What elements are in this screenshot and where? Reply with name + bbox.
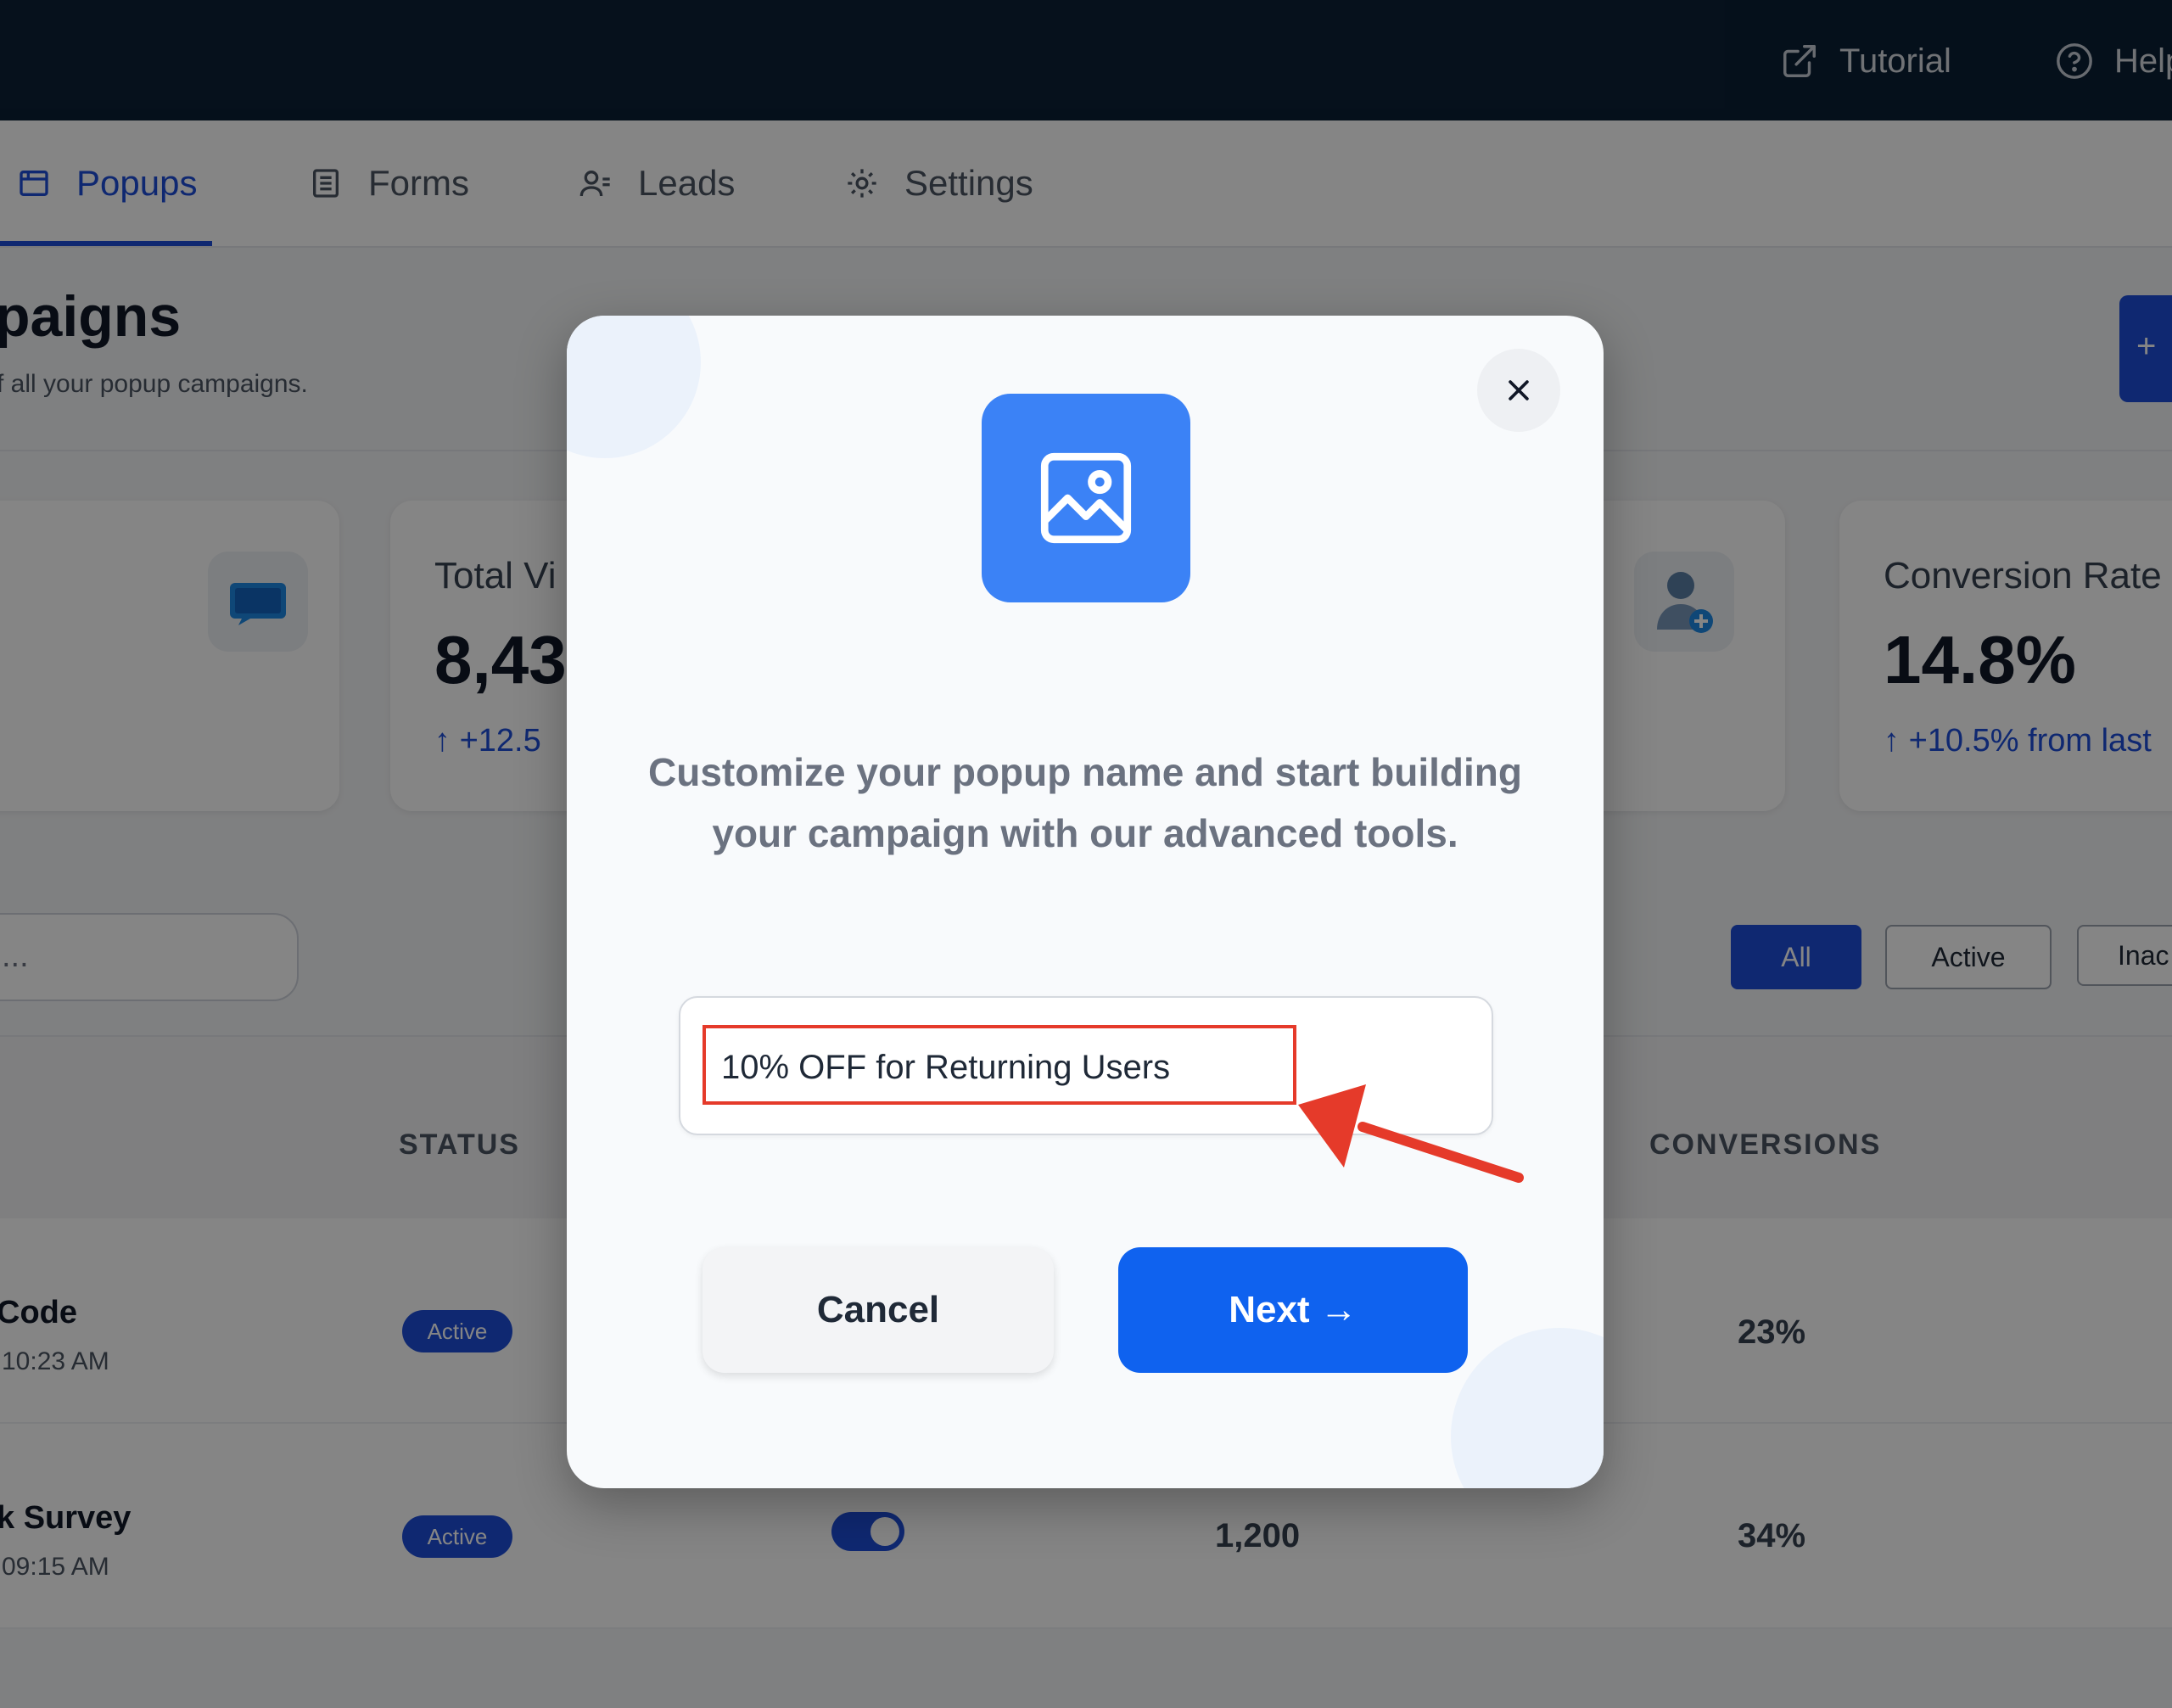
cancel-button[interactable]: Cancel: [703, 1247, 1054, 1373]
create-popup-modal: Customize your popup name and start buil…: [567, 316, 1604, 1488]
modal-description: Customize your popup name and start buil…: [648, 750, 1522, 855]
decorative-circle: [1451, 1328, 1604, 1488]
image-icon: [982, 394, 1190, 602]
close-icon: [1509, 380, 1529, 400]
popup-name-field[interactable]: [679, 996, 1493, 1135]
close-button[interactable]: [1477, 349, 1560, 432]
popup-name-input[interactable]: [721, 1044, 1451, 1091]
next-button[interactable]: Next →: [1118, 1247, 1468, 1373]
decorative-circle: [567, 316, 701, 458]
